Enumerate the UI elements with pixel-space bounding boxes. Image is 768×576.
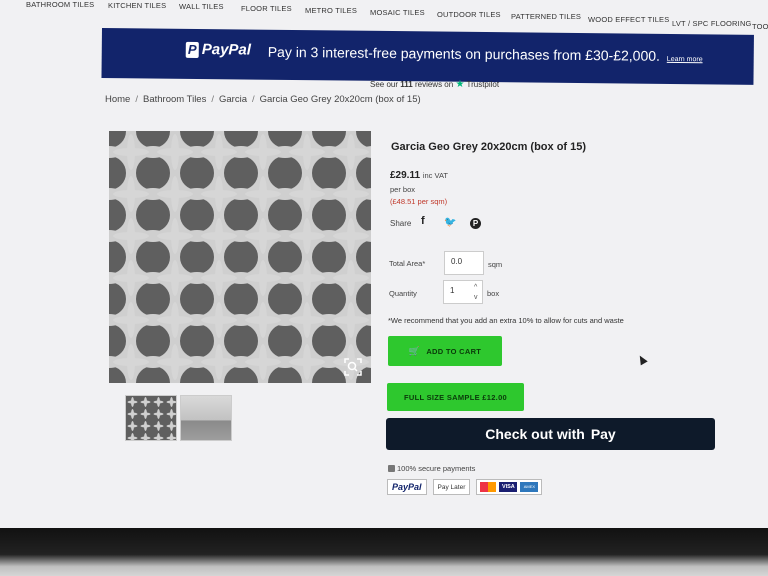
facebook-icon[interactable]: f [421,215,425,227]
visa-icon: VISA [499,482,518,492]
paypal-banner-text: Pay in 3 interest-free payments on purch… [268,44,703,65]
nav-item-wall-tiles[interactable]: WALL TILES [179,2,224,11]
review-count: 111 [400,80,413,89]
paypal-badge: PayPal [387,479,427,495]
paypal-mark-icon: P [185,41,199,58]
amex-icon: AMEX [520,482,539,492]
nav-item-mosaic-tiles[interactable]: MOSAIC TILES [370,8,425,17]
total-area-label: Total Area* [389,259,426,268]
breadcrumb: Home / Bathroom Tiles / Garcia / Garcia Geo Gr… [105,94,421,105]
geometric-tile-pattern [109,131,371,383]
stepper-down-icon[interactable]: v [474,293,478,303]
mouse-cursor-icon [636,353,648,366]
thumbnail-room[interactable] [180,395,232,441]
price-per-box: per box [390,185,416,194]
paypal-banner-message: Pay in 3 interest-free payments on purch… [267,43,661,64]
laptop-bezel [0,528,768,576]
quantity-label: Quantity [389,289,417,298]
secure-payments: 100% secure payments [388,464,475,473]
product-title: Garcia Geo Grey 20x20cm (box of 15) [391,141,587,153]
breadcrumb-separator: / [211,94,214,105]
top-navigation: BATHROOM TILES KITCHEN TILES WALL TILES … [0,0,768,31]
paypal-pay-later-badge: Pay Later [432,479,471,495]
twitter-icon[interactable]: 🐦 [444,217,456,228]
product-main-image[interactable] [109,131,371,383]
breadcrumb-home[interactable]: Home [105,94,130,105]
breadcrumb-current: Garcia Geo Grey 20x20cm (box of 15) [259,94,421,105]
total-area-input[interactable]: 0.0 [444,251,484,275]
paylater-text: Pay Later [437,483,466,491]
product-price: £29.11 inc VAT [390,170,448,181]
share-label: Share [390,219,412,228]
trustpilot-prefix: See our [370,80,399,89]
price-value: £29.11 [390,170,421,181]
nav-item-floor-tiles[interactable]: FLOOR TILES [241,4,292,13]
zoom-icon[interactable] [344,358,362,376]
nav-item-wood-effect-tiles[interactable]: WOOD EFFECT TILES [588,15,669,24]
secure-text: 100% secure payments [397,464,476,473]
cart-icon: 🛒 [408,345,421,356]
total-area-unit: sqm [488,260,503,269]
nav-item-metro-tiles[interactable]: METRO TILES [305,6,357,15]
breadcrumb-garcia[interactable]: Garcia [219,94,247,105]
nav-item-bathroom-tiles[interactable]: BATHROOM TILES [26,0,94,9]
apple-pay-prefix: Check out with [485,426,585,442]
price-vat: inc VAT [422,171,448,180]
nav-item-outdoor-tiles[interactable]: OUTDOOR TILES [437,10,501,19]
payment-badges: PayPal Pay Later VISA AMEX [387,479,543,495]
quantity-stepper[interactable]: ^ v [474,283,478,303]
add-to-cart-label: ADD TO CART [426,346,482,356]
breadcrumb-bathroom-tiles[interactable]: Bathroom Tiles [143,94,206,105]
star-icon: ★ [455,79,465,90]
sample-label: FULL SIZE SAMPLE £12.00 [403,392,508,402]
trustpilot-reviews[interactable]: See our 111 reviews on ★ Trustpilot [370,79,499,90]
quantity-unit: box [487,289,500,298]
nav-item-kitchen-tiles[interactable]: KITCHEN TILES [108,1,166,10]
full-size-sample-button[interactable]: FULL SIZE SAMPLE £12.00 [387,383,524,411]
thumbnail-pattern[interactable] [125,395,177,441]
mastercard-icon [480,482,497,492]
breadcrumb-separator: / [135,94,138,105]
lock-icon [388,465,395,472]
paypal-banner[interactable]: P PayPal Pay in 3 interest-free payments… [101,28,754,85]
nav-item-more[interactable]: TOO [752,22,768,31]
pinterest-icon[interactable]: P [470,218,481,229]
apple-pay-button[interactable]: Check out with Pay [386,418,715,450]
paypal-logo: P PayPal [185,41,252,59]
nav-item-lvt-spc-flooring[interactable]: LVT / SPC FLOORING [672,19,752,28]
price-per-sqm: (£48.51 per sqm) [390,197,448,206]
stepper-up-icon[interactable]: ^ [474,283,478,293]
apple-pay-brand: Pay [590,426,616,442]
trustpilot-brand: Trustpilot [466,80,500,89]
card-badges: VISA AMEX [476,479,543,495]
learn-more-link[interactable]: Learn more [667,56,703,63]
nav-item-patterned-tiles[interactable]: PATTERNED TILES [511,12,581,21]
breadcrumb-separator: / [251,94,255,105]
trustpilot-suffix: reviews on [414,80,454,89]
add-to-cart-button[interactable]: 🛒 ADD TO CART [388,336,502,366]
browser-screen: BATHROOM TILES KITCHEN TILES WALL TILES … [0,0,768,528]
paypal-logo-text: PayPal [201,41,252,59]
waste-recommendation: *We recommend that you add an extra 10% … [388,316,624,325]
